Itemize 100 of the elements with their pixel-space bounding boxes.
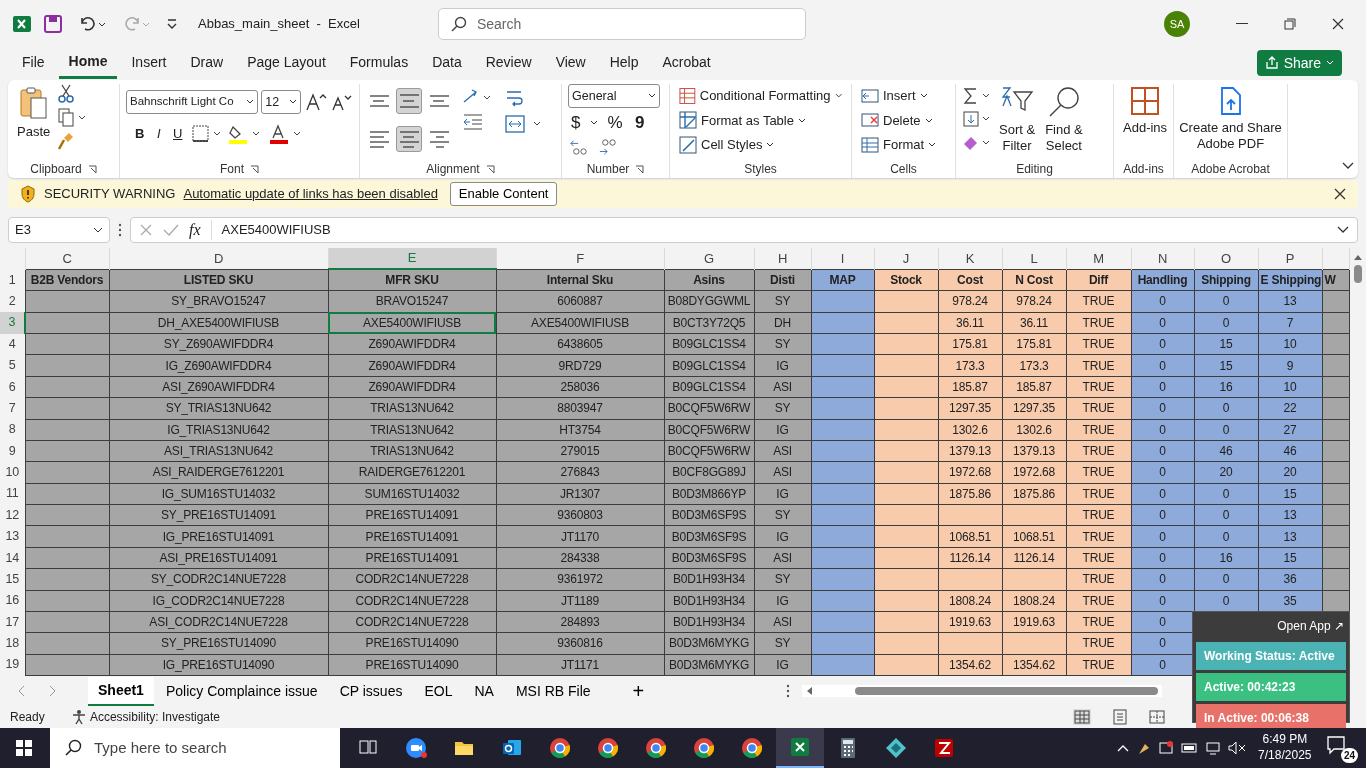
table-cell[interactable]: ASI_RAIDERGE7612201: [109, 461, 328, 484]
fill-icon[interactable]: [962, 109, 992, 130]
ribbon-tab[interactable]: Draw: [180, 49, 234, 77]
table-cell[interactable]: IG_Z690AWIFDDR4: [109, 354, 328, 377]
sheet-tab[interactable]: Policy Complaince issue: [155, 677, 328, 705]
column-header[interactable]: M: [1066, 248, 1131, 270]
table-cell[interactable]: IG_TRIAS13NU642: [109, 419, 328, 441]
table-cell[interactable]: 279015: [496, 440, 664, 462]
align-center-button[interactable]: [396, 126, 422, 152]
row-header[interactable]: 5: [0, 354, 25, 377]
row-header[interactable]: 11: [0, 483, 25, 505]
table-cell[interactable]: JT1189: [496, 590, 664, 612]
table-cell[interactable]: 9RD729: [496, 354, 664, 377]
close-icon[interactable]: [1332, 18, 1344, 30]
page-break-icon[interactable]: [1148, 709, 1166, 725]
table-cell[interactable]: Z690AWIFDDR4: [328, 376, 496, 398]
table-cell[interactable]: ASI_TRIAS13NU642: [109, 440, 328, 462]
sheet-tab[interactable]: EOL: [414, 677, 463, 705]
column-header[interactable]: H: [754, 248, 811, 270]
ribbon-tab[interactable]: Page Layout: [237, 49, 336, 77]
column-header[interactable]: J: [874, 248, 938, 270]
ribbon-tab[interactable]: Help: [599, 49, 649, 77]
font-name-dropdown[interactable]: Bahnschrift Light Co: [126, 90, 258, 114]
column-header[interactable]: K: [938, 248, 1002, 270]
row-header[interactable]: 4: [0, 333, 25, 355]
column-header[interactable]: G: [664, 248, 754, 270]
table-cell[interactable]: PRE16STU14090: [328, 654, 496, 676]
add-sheet-button[interactable]: +: [622, 676, 655, 706]
table-cell[interactable]: SY_CODR2C14NUE7228: [109, 568, 328, 590]
conditional-formatting-button[interactable]: Conditional Formatting: [676, 84, 845, 108]
minimize-icon[interactable]: [1236, 23, 1248, 25]
windows-start-icon[interactable]: [15, 739, 33, 757]
speaker-muted-icon[interactable]: [1227, 741, 1246, 755]
table-cell[interactable]: AXE5400WIFIUSB: [496, 312, 664, 334]
sheet-tab[interactable]: NA: [464, 677, 504, 705]
table-cell[interactable]: ASI_Z690AWIFDDR4: [109, 376, 328, 398]
row-header[interactable]: 6: [0, 376, 25, 398]
table-cell[interactable]: ASI_PRE16STU14091: [109, 547, 328, 569]
table-cell[interactable]: 6060887: [496, 290, 664, 313]
table-cell[interactable]: JT1170: [496, 525, 664, 548]
table-cell[interactable]: SY_Z690AWIFDDR4: [109, 333, 328, 355]
ribbon-tab[interactable]: View: [545, 49, 596, 77]
table-cell[interactable]: 6438605: [496, 333, 664, 355]
row-header[interactable]: 3: [0, 312, 25, 334]
row-header[interactable]: 19: [0, 654, 25, 676]
table-cell[interactable]: SUM16STU14032: [328, 483, 496, 505]
format-painter-icon[interactable]: [57, 130, 76, 151]
table-cell[interactable]: TRIAS13NU642: [328, 440, 496, 462]
security-message-link[interactable]: Automatic update of links has been disabled: [183, 184, 438, 204]
ribbon-tab[interactable]: Data: [422, 49, 472, 77]
taskbar-search-field[interactable]: Type here to search: [50, 728, 340, 768]
percent-button[interactable]: %: [604, 108, 626, 138]
align-middle-button[interactable]: [396, 88, 422, 114]
table-cell[interactable]: 9360816: [496, 632, 664, 655]
table-cell[interactable]: PRE16STU14091: [328, 525, 496, 548]
dialog-launcher-icon[interactable]: [485, 164, 495, 174]
table-cell[interactable]: PRE16STU14091: [328, 547, 496, 569]
dialog-launcher-icon[interactable]: [635, 164, 645, 174]
insert-cells-button[interactable]: Insert: [858, 84, 949, 108]
normal-view-icon[interactable]: [1073, 709, 1091, 725]
excel-app-button[interactable]: [776, 728, 824, 768]
caret-icon[interactable]: [589, 119, 598, 126]
table-cell[interactable]: CODR2C14NUE7228: [328, 611, 496, 633]
table-cell[interactable]: PRE16STU14091: [328, 504, 496, 526]
table-cell[interactable]: 284893: [496, 611, 664, 633]
column-header[interactable]: P: [1258, 248, 1322, 270]
table-cell[interactable]: PRE16STU14090: [328, 632, 496, 655]
comma-style-button[interactable]: 9: [632, 108, 648, 138]
delete-cells-button[interactable]: Delete: [858, 108, 949, 132]
row-header[interactable]: 2: [0, 290, 25, 313]
table-cell[interactable]: 9360803: [496, 504, 664, 526]
column-header[interactable]: L: [1002, 248, 1066, 270]
row-header[interactable]: 12: [0, 504, 25, 526]
taskbar-clock[interactable]: 6:49 PM 7/18/2025: [1258, 732, 1312, 764]
bold-button[interactable]: B: [132, 122, 148, 146]
borders-icon[interactable]: [191, 124, 222, 143]
table-cell[interactable]: BRAVO15247: [328, 290, 496, 313]
table-cell[interactable]: CODR2C14NUE7228: [328, 590, 496, 612]
enable-content-button[interactable]: Enable Content: [449, 182, 558, 206]
sheet-tab[interactable]: Sheet1: [88, 676, 154, 706]
notifications-button[interactable]: 24: [1324, 733, 1358, 763]
table-cell[interactable]: IG_CODR2C14NUE7228: [109, 590, 328, 612]
chevron-up-icon[interactable]: [1117, 744, 1130, 752]
column-header[interactable]: O: [1194, 248, 1258, 270]
create-pdf-button[interactable]: Create and Share Adobe PDF: [1176, 84, 1285, 160]
row-header[interactable]: 16: [0, 590, 25, 612]
more-icon[interactable]: [118, 223, 122, 237]
table-cell[interactable]: 284338: [496, 547, 664, 569]
find-select-button[interactable]: Find & Select: [1042, 84, 1086, 160]
ribbon-tab[interactable]: Review: [475, 49, 542, 77]
table-cell[interactable]: TRIAS13NU642: [328, 397, 496, 419]
dialog-launcher-icon[interactable]: [87, 164, 97, 174]
italic-button[interactable]: I: [153, 122, 164, 146]
ribbon-tab[interactable]: Acrobat: [652, 49, 721, 77]
table-cell[interactable]: SY_TRIAS13NU642: [109, 397, 328, 419]
search-field[interactable]: Search: [437, 8, 806, 40]
autosum-icon[interactable]: [962, 86, 992, 106]
underline-button[interactable]: U: [170, 122, 186, 146]
currency-button[interactable]: $: [568, 108, 584, 138]
table-cell[interactable]: 8803947: [496, 397, 664, 419]
